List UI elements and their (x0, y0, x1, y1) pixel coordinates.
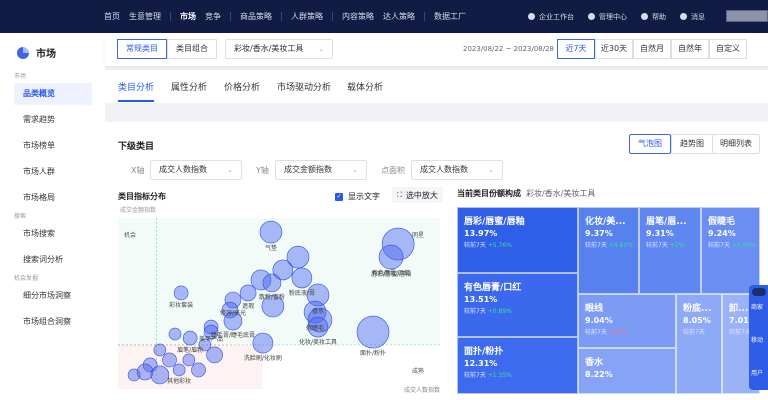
treemap-title: 当前类目份额构成 (457, 189, 521, 198)
change-value: +2% (669, 242, 685, 249)
bubble-label: 彩妆套装 (169, 301, 193, 309)
treemap-cell[interactable]: 面扑/粉扑 12.31% 较前7天 +1.35% (457, 337, 578, 394)
bubble-point[interactable] (206, 346, 223, 364)
user-link[interactable]: 用户 (751, 368, 768, 377)
treemap-cell-share: 13.97% (464, 229, 498, 238)
treemap-cell-change: 较前7天 + (683, 327, 715, 336)
treemap-cell-name: 唇彩/唇蜜/唇釉 (464, 217, 525, 227)
treemap-cell-share: 9.24% (708, 229, 736, 238)
treemap-cell-change: 较前7天 +4.61% (585, 240, 633, 249)
bubble-label: 美甲产品 (199, 335, 223, 343)
compare-label: 较前7天 (585, 329, 607, 336)
bubble-point[interactable] (127, 368, 141, 382)
x-axis-title: 成交人数指数 (404, 386, 440, 394)
compare-label: 较前7天 (646, 242, 668, 249)
quadrant-label-opportunity: 机会 (124, 231, 136, 239)
bubble-point[interactable] (262, 273, 282, 293)
treemap-cell-change: 较前7天 -3.9% (585, 327, 669, 336)
compare-label: 较前7天 (464, 372, 486, 379)
change-value: +5.76% (487, 242, 512, 249)
bubble-point[interactable] (259, 220, 283, 244)
treemap-cell-share: 8.05% (683, 316, 711, 325)
bubble-point[interactable] (162, 352, 177, 368)
treemap-cell[interactable]: 粉底... 8.05% 较前7天 + (676, 294, 722, 394)
bubble-label: 假睫毛 (306, 324, 324, 332)
treemap-cell-share: 8.22% (585, 370, 613, 379)
bubble-point[interactable] (182, 330, 198, 346)
robot-icon (752, 288, 766, 296)
mobile-link[interactable]: 移动 (751, 335, 768, 344)
compare-label: 较前7天 (464, 308, 486, 315)
bubble-point[interactable] (173, 285, 189, 301)
bubble-label: 面扑/粉扑 (360, 349, 386, 357)
treemap-cell[interactable]: 假睫毛 9.24% 较前7天 +1.03% (701, 207, 760, 294)
bubble-label: 粉底液/膏 (289, 289, 315, 297)
bubble-point[interactable] (252, 332, 274, 354)
bubble-label: 香水 (312, 307, 324, 315)
bubble-point[interactable] (291, 267, 313, 289)
treemap-cell-name: 假睫毛 (708, 217, 736, 227)
treemap-cell-share: 9.31% (646, 229, 674, 238)
treemap-cell-share: 9.37% (585, 229, 613, 238)
treemap-cell-change: 较前7天 +1.35% (464, 370, 571, 379)
bubble-label: 修容/高光 (220, 309, 246, 317)
change-value: +4.61% (608, 242, 633, 249)
quadrant-label-star: 明星 (412, 232, 424, 239)
bubble-label: 化妆/美妆工具 (299, 338, 337, 346)
bubble-label: 遮瑕 (242, 302, 254, 310)
change-value: -3.9% (608, 329, 627, 336)
treemap-cell-name: 有色唇膏/口红 (464, 283, 522, 293)
treemap-cell[interactable]: 眉笔/眉... 9.31% 较前7天 +2% (639, 207, 701, 294)
floating-service-widget[interactable]: 商家 移动 用户 (749, 285, 768, 390)
treemap-cell-change: 较前7天 +2% (646, 240, 694, 249)
treemap-cell-share: 12.31% (464, 359, 498, 368)
treemap-cell-name: 眼线 (585, 304, 604, 314)
change-value: + (706, 329, 712, 336)
treemap-cell[interactable]: 化妆/美... 9.37% 较前7天 +4.61% (578, 207, 639, 294)
change-value: +0.89% (487, 308, 512, 315)
treemap-cell-name: 面扑/粉扑 (464, 347, 504, 357)
bubble-point[interactable] (168, 327, 182, 341)
treemap-subtitle: 彩妆/香水/美妆工具 (526, 189, 596, 198)
quadrant-label-mature: 成熟 (412, 367, 424, 375)
treemap-cell-change: 较前7天 +1.03% (708, 240, 756, 249)
treemap-cell-share: 13.51% (464, 295, 498, 304)
bubble-point[interactable] (191, 362, 206, 378)
bubble-point[interactable] (182, 353, 196, 367)
treemap-cell-name: 香水 (585, 358, 604, 368)
compare-label: 较前7天 (729, 329, 751, 336)
bubble-point[interactable] (378, 244, 404, 270)
treemap-cell-share: 9.04% (585, 316, 613, 325)
change-value: +1.35% (487, 372, 512, 379)
treemap-cell-change: 较前7天 +5.76% (464, 240, 571, 249)
treemap-cell-name: 粉底... (683, 304, 712, 314)
compare-label: 较前7天 (585, 242, 607, 249)
bubble-label: 其他彩妆 (167, 377, 191, 385)
compare-label: 较前7天 (464, 242, 486, 249)
bubble-point[interactable] (239, 284, 257, 302)
treemap-cell[interactable]: 眼线 9.04% 较前7天 -3.9% (578, 294, 676, 348)
compare-label: 较前7天 (708, 242, 730, 249)
treemap-cell-name: 化妆/美... (585, 217, 626, 227)
bubble-point[interactable] (356, 315, 390, 349)
bubble-label: 有色唇膏/口红 (372, 269, 410, 277)
change-value: +1.03% (731, 242, 756, 249)
merchant-link[interactable]: 商家 (751, 302, 768, 311)
treemap-cell-name: 眉笔/眉... (646, 217, 687, 227)
treemap-cell[interactable]: 香水 8.22% (578, 348, 676, 394)
treemap-cell[interactable]: 有色唇膏/口红 13.51% 较前7天 +0.89% (457, 273, 578, 337)
bubble-label: 眉笔/眉粉 (177, 346, 203, 354)
bubble-point[interactable] (150, 365, 170, 385)
treemap-cell-change: 较前7天 +0.89% (464, 306, 571, 315)
bubble-point[interactable] (172, 363, 186, 377)
treemap-cell[interactable]: 唇彩/唇蜜/唇釉 13.97% 较前7天 +5.76% (457, 207, 578, 273)
bubble-point[interactable] (153, 343, 167, 357)
bubble-label: 散粉/蜜粉 (259, 293, 285, 301)
bubble-label: 洗脸刷/化妆刷 (244, 354, 282, 362)
bubble-label: 气垫 (265, 244, 277, 252)
compare-label: 较前7天 (683, 329, 705, 336)
